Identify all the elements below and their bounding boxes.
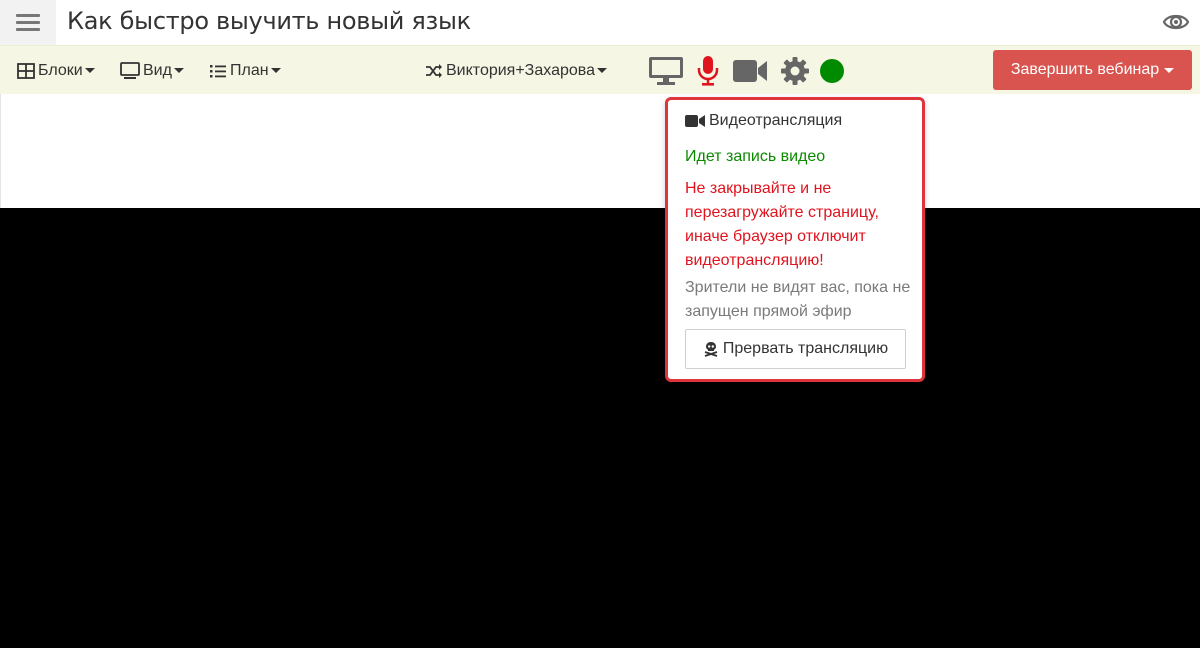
- microphone-icon: [697, 56, 719, 86]
- stop-stream-button[interactable]: Прервать трансляцию: [685, 329, 906, 369]
- header: Как быстро выучить новый язык: [0, 0, 1200, 45]
- microphone-button[interactable]: [696, 55, 720, 87]
- screen-share-icon: [649, 57, 683, 85]
- note-text: Зрители не видят вас, пока не запущен пр…: [685, 279, 911, 320]
- end-webinar-label: Завершить вебинар: [1010, 61, 1160, 78]
- content-area: [0, 94, 1200, 208]
- chevron-down-icon: [173, 68, 184, 73]
- shuffle-icon: [426, 63, 442, 78]
- menu-button[interactable]: [0, 0, 56, 45]
- chevron-down-icon: [596, 68, 607, 73]
- warning-text: Не закрывайте и не перезагружайте страни…: [685, 180, 879, 269]
- monitor-icon: [120, 61, 140, 79]
- blocks-label: Блоки: [38, 61, 83, 79]
- video-camera-icon: [685, 115, 705, 127]
- eye-icon[interactable]: [1162, 8, 1190, 36]
- grid-icon: [17, 62, 35, 79]
- status-dot: [820, 59, 844, 83]
- presenter-dropdown[interactable]: Виктория+Захарова: [425, 46, 607, 95]
- video-area: [0, 208, 1200, 648]
- list-icon: [210, 64, 226, 77]
- plan-label: План: [230, 61, 269, 79]
- recording-status: Идет запись видео: [685, 148, 826, 165]
- chevron-down-icon: [1164, 67, 1175, 73]
- toolbar: Блоки Вид План Виктория+Захарова Заверши…: [0, 45, 1200, 94]
- camera-icon: [733, 60, 767, 82]
- presenter-label: Виктория+Захарова: [446, 61, 595, 79]
- screen-share-button[interactable]: [648, 56, 684, 86]
- popover-title: Видеотрансляция: [685, 112, 842, 130]
- chevron-down-icon: [270, 68, 281, 73]
- plan-dropdown[interactable]: План: [209, 46, 281, 95]
- stop-stream-label: Прервать трансляцию: [722, 340, 889, 357]
- page-title: Как быстро выучить новый язык: [67, 7, 471, 35]
- settings-button[interactable]: [780, 56, 810, 86]
- video-stream-popover: Видеотрансляция Идет запись видео Не зак…: [665, 97, 925, 382]
- chevron-down-icon: [84, 68, 95, 73]
- end-webinar-button[interactable]: Завершить вебинар: [993, 50, 1192, 90]
- menu-icon: [16, 13, 40, 32]
- blocks-dropdown[interactable]: Блоки: [17, 46, 95, 95]
- popover-title-text: Видеотрансляция: [709, 112, 843, 129]
- skull-icon: [704, 342, 718, 357]
- view-dropdown[interactable]: Вид: [120, 46, 184, 95]
- camera-button[interactable]: [732, 58, 768, 84]
- gear-icon: [781, 57, 809, 85]
- view-label: Вид: [143, 61, 172, 79]
